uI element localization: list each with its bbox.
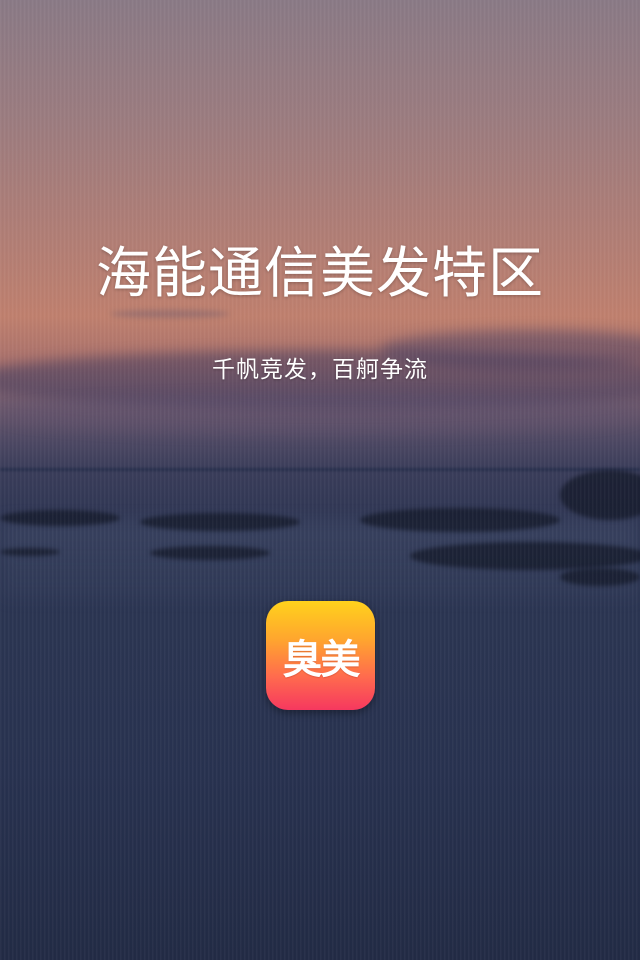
cloud-band xyxy=(0,395,640,435)
rock xyxy=(410,542,640,570)
rock xyxy=(560,470,640,520)
rock xyxy=(150,546,270,560)
rock xyxy=(140,513,300,531)
rock xyxy=(360,508,560,532)
app-logo-icon: 臭美 xyxy=(266,601,375,710)
app-logo-label: 臭美 xyxy=(282,636,361,683)
splash-slogan: 千帆竞发，百舸争流 xyxy=(212,357,428,383)
splash-screen: 海能通信美发特区 千帆竞发，百舸争流 臭美 xyxy=(0,0,640,960)
rock xyxy=(560,568,640,586)
cloud-streak xyxy=(110,310,230,318)
splash-title: 海能通信美发特区 xyxy=(95,241,544,305)
brushed-texture-overlay xyxy=(0,0,640,960)
horizon-line xyxy=(0,468,640,471)
rock xyxy=(0,548,60,556)
rock xyxy=(0,510,120,526)
